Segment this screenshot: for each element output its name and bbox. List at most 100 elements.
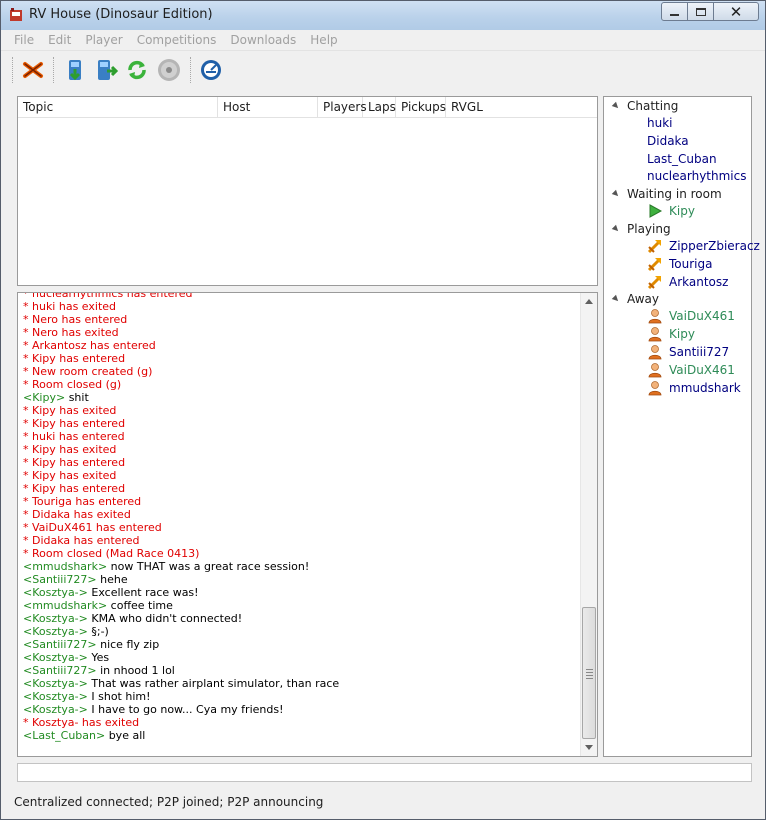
refresh-button[interactable] (123, 56, 151, 84)
scroll-up-icon[interactable] (585, 299, 593, 304)
toolbar-separator (190, 57, 191, 83)
nick-bracket: > (87, 638, 101, 651)
rooms-list[interactable]: Topic Host Players Laps Pickups RVGL (17, 96, 598, 286)
chat-line: * Kipy has exited (23, 404, 117, 417)
close-icon (23, 62, 43, 78)
menu-file[interactable]: File (7, 30, 41, 50)
chat-nick[interactable]: mmudshark (32, 560, 98, 573)
menu-competitions[interactable]: Competitions (130, 30, 224, 50)
scroll-down-icon[interactable] (585, 745, 593, 750)
nick-bracket: > (78, 703, 92, 716)
chat-nick[interactable]: Kosztya- (32, 612, 78, 625)
away-user-icon (647, 308, 663, 324)
disc-button[interactable] (155, 56, 183, 84)
nick-bracket: < (23, 560, 33, 573)
column-host[interactable]: Host (218, 97, 318, 118)
chat-line: <Kosztya-> I have to go now... Cya my fr… (23, 703, 578, 716)
status-bar: Centralized connected; P2P joined; P2P a… (1, 792, 765, 819)
menu-edit[interactable]: Edit (41, 30, 78, 50)
nick-bracket: < (23, 703, 33, 716)
user-group-label: Playing (627, 222, 671, 236)
column-rvgl[interactable]: RVGL (446, 97, 501, 118)
chat-message: hehe (100, 573, 128, 586)
chat-nick[interactable]: Santiii727 (32, 638, 87, 651)
chat-line: <Santiii727> in nhood 1 lol (23, 664, 578, 677)
window-title: RV House (Dinosaur Edition) (29, 7, 213, 22)
chat-log[interactable]: * nuclearhythmics has entered * huki has … (17, 292, 598, 757)
radar-button[interactable] (197, 56, 225, 84)
refresh-icon (128, 60, 146, 80)
chat-nick[interactable]: Kosztya- (32, 703, 78, 716)
expand-arrow-icon[interactable] (611, 224, 621, 234)
chat-nick[interactable]: Kipy (32, 391, 56, 404)
user-name: nuclearhythmics (647, 169, 747, 184)
chat-nick[interactable]: Santiii727 (32, 664, 87, 677)
user-name: Arkantosz (669, 274, 729, 289)
column-laps[interactable]: Laps (363, 97, 396, 118)
play-icon (647, 203, 663, 219)
user-name: Kipy (669, 327, 695, 342)
chat-message: in nhood 1 lol (100, 664, 175, 677)
away-user-icon (647, 362, 663, 378)
chat-line: <Kosztya-> That was rather airplant simu… (23, 677, 578, 690)
user-name: Kipy (669, 204, 695, 219)
user-group-away[interactable]: Away (604, 291, 753, 308)
minimize-icon (670, 13, 679, 16)
nick-bracket: < (23, 625, 33, 638)
chat-message: nice fly zip (100, 638, 160, 651)
user-group-chatting[interactable]: Chatting (604, 98, 753, 115)
chat-nick[interactable]: Last_Cuban (32, 729, 96, 742)
chat-nick[interactable]: Kosztya- (32, 690, 78, 703)
column-topic[interactable]: Topic (18, 97, 218, 118)
chat-input[interactable] (17, 763, 752, 782)
expand-arrow-icon[interactable] (611, 189, 621, 199)
chat-message: KMA who didn't connected! (91, 612, 243, 625)
nick-bracket: > (95, 729, 109, 742)
disconnect-button[interactable] (19, 56, 47, 84)
nick-bracket: > (78, 651, 92, 664)
chat-line: <mmudshark> now THAT was a great race se… (23, 560, 578, 573)
nick-bracket: > (78, 677, 92, 690)
user-group-playing[interactable]: Playing (604, 221, 753, 238)
menu-downloads[interactable]: Downloads (223, 30, 303, 50)
expand-arrow-icon[interactable] (611, 295, 621, 304)
toolbar-separator (53, 57, 54, 83)
nick-bracket: > (87, 573, 101, 586)
status-text: Centralized connected; P2P joined; P2P a… (14, 795, 324, 809)
toolbar (1, 51, 765, 89)
chat-line: * Didaka has exited (23, 508, 131, 521)
chat-message: now THAT was a great race session! (110, 560, 310, 573)
title-bar[interactable]: RV House (Dinosaur Edition) ✕ (1, 1, 765, 30)
chat-nick[interactable]: Kosztya- (32, 677, 78, 690)
chat-nick[interactable]: Kosztya- (32, 586, 78, 599)
chat-line: * Nero has exited (23, 326, 119, 339)
menu-player[interactable]: Player (78, 30, 129, 50)
chat-message: I have to go now... Cya my friends! (91, 703, 284, 716)
chat-message: That was rather airplant simulator, than… (91, 677, 340, 690)
scroll-thumb[interactable] (582, 607, 596, 739)
disc-icon (158, 59, 180, 81)
menu-help[interactable]: Help (303, 30, 344, 50)
nick-bracket: < (23, 638, 33, 651)
menu-bar: File Edit Player Competitions Downloads … (1, 30, 765, 51)
chat-scrollbar[interactable] (580, 293, 597, 756)
close-window-button[interactable]: ✕ (713, 2, 759, 21)
expand-arrow-icon[interactable] (611, 101, 621, 111)
host-room-button[interactable] (61, 56, 89, 84)
user-group-label: Chatting (627, 99, 679, 113)
users-panel[interactable]: Chatting huki Didaka Last_Cuban nuclearhythm… (603, 96, 760, 757)
chat-nick[interactable]: Kosztya- (32, 651, 78, 664)
nick-bracket: < (23, 612, 33, 625)
chat-nick[interactable]: Kosztya- (32, 625, 78, 638)
chat-line: * Room closed (Mad Race 0413) (23, 547, 200, 560)
column-pickups[interactable]: Pickups (396, 97, 446, 118)
nick-bracket: > (97, 560, 111, 573)
chat-nick[interactable]: mmudshark (32, 599, 98, 612)
column-players[interactable]: Players (318, 97, 367, 118)
join-room-button[interactable] (92, 56, 120, 84)
minimize-button[interactable] (661, 2, 688, 21)
maximize-button[interactable] (687, 2, 714, 21)
user-name: VaiDuX461 (669, 309, 735, 324)
user-group-waiting-in-room[interactable]: Waiting in room (604, 186, 753, 203)
chat-nick[interactable]: Santiii727 (32, 573, 87, 586)
